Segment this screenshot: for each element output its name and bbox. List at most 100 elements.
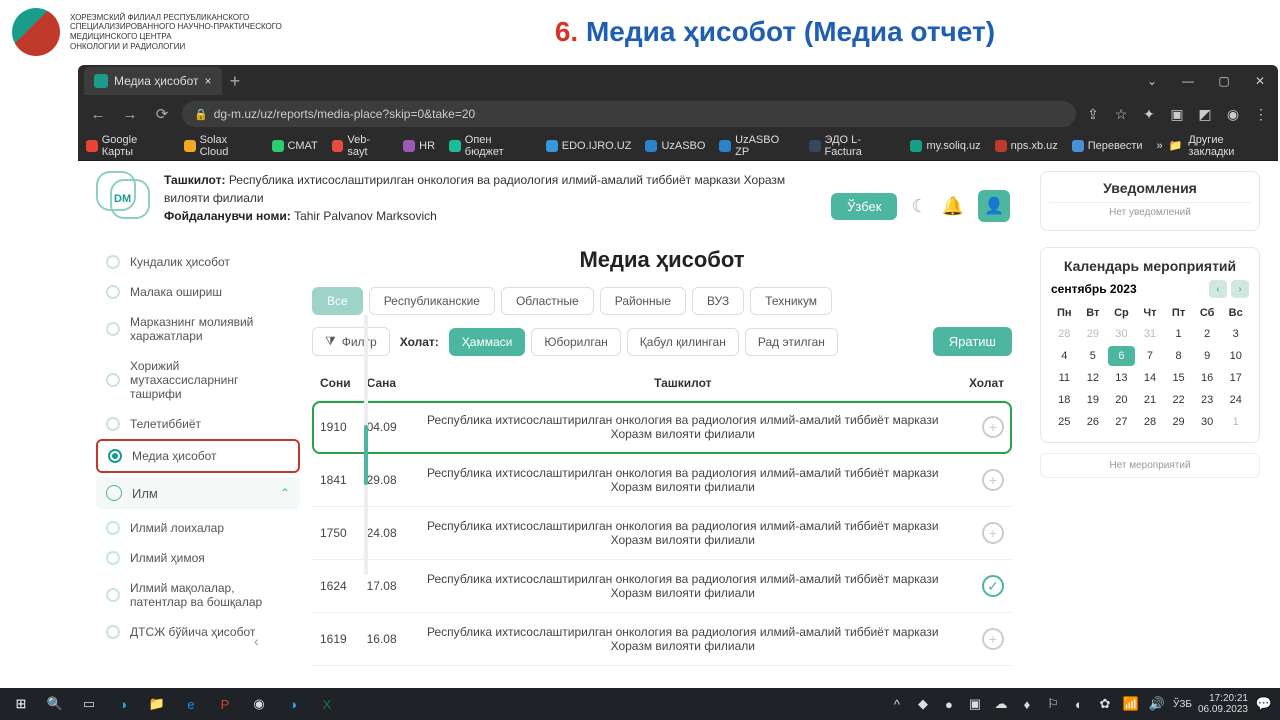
calendar-day[interactable]: 6 — [1108, 346, 1135, 366]
taskbar-telegram[interactable]: ◑ — [108, 691, 138, 717]
tray-flag-icon[interactable]: ⚐ — [1043, 691, 1063, 717]
sidebar-item[interactable]: Хорижий мутахассисларнинг ташрифи — [96, 351, 300, 409]
calendar-day[interactable]: 9 — [1194, 346, 1221, 366]
scope-tab[interactable]: ВУЗ — [692, 287, 744, 315]
calendar-day[interactable]: 28 — [1137, 412, 1164, 432]
language-button[interactable]: Ўзбек — [831, 193, 897, 220]
plus-icon[interactable]: + — [982, 416, 1004, 438]
check-icon[interactable]: ✓ — [982, 575, 1004, 597]
calendar-day[interactable]: 31 — [1137, 324, 1164, 344]
tray-wifi-icon[interactable]: 📶 — [1121, 691, 1141, 717]
calendar-day[interactable]: 8 — [1165, 346, 1192, 366]
app-logo[interactable]: DM — [96, 171, 150, 225]
bookmark-item[interactable]: UzASBO — [645, 140, 705, 152]
bookmark-item[interactable]: Solax Cloud — [184, 134, 258, 158]
calendar-day[interactable]: 15 — [1165, 368, 1192, 388]
scope-tab[interactable]: Техникум — [750, 287, 832, 315]
sidebar-item[interactable]: Илмий ҳимоя — [96, 543, 300, 573]
calendar-prev[interactable]: ‹ — [1209, 280, 1227, 298]
calendar-day[interactable]: 27 — [1108, 412, 1135, 432]
tray-icon[interactable]: ◐ — [1069, 691, 1089, 717]
extension-icon-2[interactable]: ◩ — [1196, 106, 1214, 123]
status-tab[interactable]: Қабул қилинган — [627, 328, 739, 356]
window-close[interactable]: ✕ — [1242, 65, 1278, 97]
status-tab[interactable]: Юборилган — [531, 328, 620, 356]
taskbar-powerpoint[interactable]: P — [210, 691, 240, 717]
tab-close-icon[interactable]: × — [205, 74, 212, 88]
bookmark-item[interactable]: nps.xb.uz — [995, 140, 1058, 152]
url-input[interactable]: 🔒 dg-m.uz/uz/reports/media-place?skip=0&… — [182, 101, 1076, 127]
sidebar-item[interactable]: Малака ошириш — [96, 277, 300, 307]
calendar-day[interactable]: 11 — [1051, 368, 1078, 388]
table-row[interactable]: 175024.08Республика ихтисослаштирилган о… — [312, 507, 1012, 560]
other-bookmarks[interactable]: Другие закладки — [1188, 134, 1270, 158]
bookmark-item[interactable]: my.soliq.uz — [910, 140, 980, 152]
sidebar-item[interactable]: Марказнинг молиявий харажатлари — [96, 307, 300, 351]
extension-icon[interactable]: ▣ — [1168, 106, 1186, 123]
scope-tab[interactable]: Районные — [600, 287, 686, 315]
calendar-day[interactable]: 20 — [1108, 390, 1135, 410]
tray-up-icon[interactable]: ^ — [887, 691, 907, 717]
calendar-day[interactable]: 5 — [1080, 346, 1107, 366]
tray-icon[interactable]: ♦ — [1017, 691, 1037, 717]
tray-volume-icon[interactable]: 🔊 — [1147, 691, 1167, 717]
calendar-day[interactable]: 21 — [1137, 390, 1164, 410]
bookmark-item[interactable]: UzASBO ZP — [719, 134, 794, 158]
filter-button[interactable]: ⧩ Филтр — [312, 327, 390, 356]
table-row[interactable]: 191004.09Республика ихтисослаштирилган о… — [312, 401, 1012, 454]
calendar-day[interactable]: 29 — [1080, 324, 1107, 344]
sidebar-item[interactable]: ДТСЖ бўйича ҳисобот — [96, 617, 300, 647]
scope-tab[interactable]: Областные — [501, 287, 594, 315]
nav-reload[interactable]: ⟳ — [150, 105, 174, 123]
status-tab[interactable]: Ҳаммаси — [449, 328, 526, 356]
sidebar-scrollbar[interactable] — [364, 315, 368, 575]
taskbar-chrome[interactable]: ◉ — [244, 691, 274, 717]
calendar-day[interactable]: 28 — [1051, 324, 1078, 344]
calendar-day[interactable]: 29 — [1165, 412, 1192, 432]
start-button[interactable]: ⊞ — [6, 691, 36, 717]
tray-icon[interactable]: ✿ — [1095, 691, 1115, 717]
table-row[interactable]: 161916.08Республика ихтисослаштирилган о… — [312, 613, 1012, 666]
status-tab[interactable]: Рад этилган — [745, 328, 838, 356]
calendar-day[interactable]: 3 — [1222, 324, 1249, 344]
sidebar-item[interactable]: Медиа ҳисобот — [96, 439, 300, 473]
taskbar-excel[interactable]: X — [312, 691, 342, 717]
sidebar-scroll-left-icon[interactable]: ‹ — [254, 633, 259, 649]
calendar-next[interactable]: › — [1231, 280, 1249, 298]
bookmarks-more-icon[interactable]: » — [1157, 140, 1163, 152]
calendar-day[interactable]: 30 — [1194, 412, 1221, 432]
bookmark-item[interactable]: EDO.IJRO.UZ — [546, 140, 632, 152]
calendar-day[interactable]: 2 — [1194, 324, 1221, 344]
sidebar-item[interactable]: Кундалик ҳисобот — [96, 247, 300, 277]
sidebar-item[interactable]: Илмий лоихалар — [96, 513, 300, 543]
calendar-day[interactable]: 23 — [1194, 390, 1221, 410]
bell-icon[interactable]: 🔔 — [942, 196, 964, 217]
nav-back[interactable]: ← — [86, 106, 110, 123]
calendar-day[interactable]: 25 — [1051, 412, 1078, 432]
tray-icon[interactable]: ◆ — [913, 691, 933, 717]
bookmark-item[interactable]: Перевести — [1072, 140, 1143, 152]
plus-icon[interactable]: + — [982, 628, 1004, 650]
bookmark-item[interactable]: Google Карты — [86, 134, 170, 158]
calendar-day[interactable]: 26 — [1080, 412, 1107, 432]
window-minimize[interactable]: — — [1170, 65, 1206, 97]
taskbar-app[interactable]: ◑ — [278, 691, 308, 717]
task-view[interactable]: ▭ — [74, 691, 104, 717]
calendar-day[interactable]: 12 — [1080, 368, 1107, 388]
tray-language[interactable]: ЎЗБ — [1173, 699, 1192, 710]
chevron-down-icon[interactable]: ⌄ — [1134, 65, 1170, 97]
calendar-day[interactable]: 14 — [1137, 368, 1164, 388]
sidebar-item[interactable]: Илмий мақолалар, патентлар ва бошқалар — [96, 573, 300, 617]
sidebar-group[interactable]: Илм⌃ — [96, 477, 300, 509]
taskbar-search[interactable]: 🔍 — [40, 691, 70, 717]
extension-puzzle-icon[interactable]: ✦ — [1140, 106, 1158, 123]
calendar-day[interactable]: 13 — [1108, 368, 1135, 388]
user-menu-button[interactable]: 👤 — [978, 190, 1010, 222]
star-icon[interactable]: ☆ — [1112, 106, 1130, 123]
calendar-day[interactable]: 17 — [1222, 368, 1249, 388]
share-icon[interactable]: ⇪ — [1084, 106, 1102, 123]
bookmark-item[interactable]: ЭДО L-Factura — [809, 134, 897, 158]
calendar-day[interactable]: 4 — [1051, 346, 1078, 366]
taskbar-ie[interactable]: e — [176, 691, 206, 717]
calendar-day[interactable]: 7 — [1137, 346, 1164, 366]
